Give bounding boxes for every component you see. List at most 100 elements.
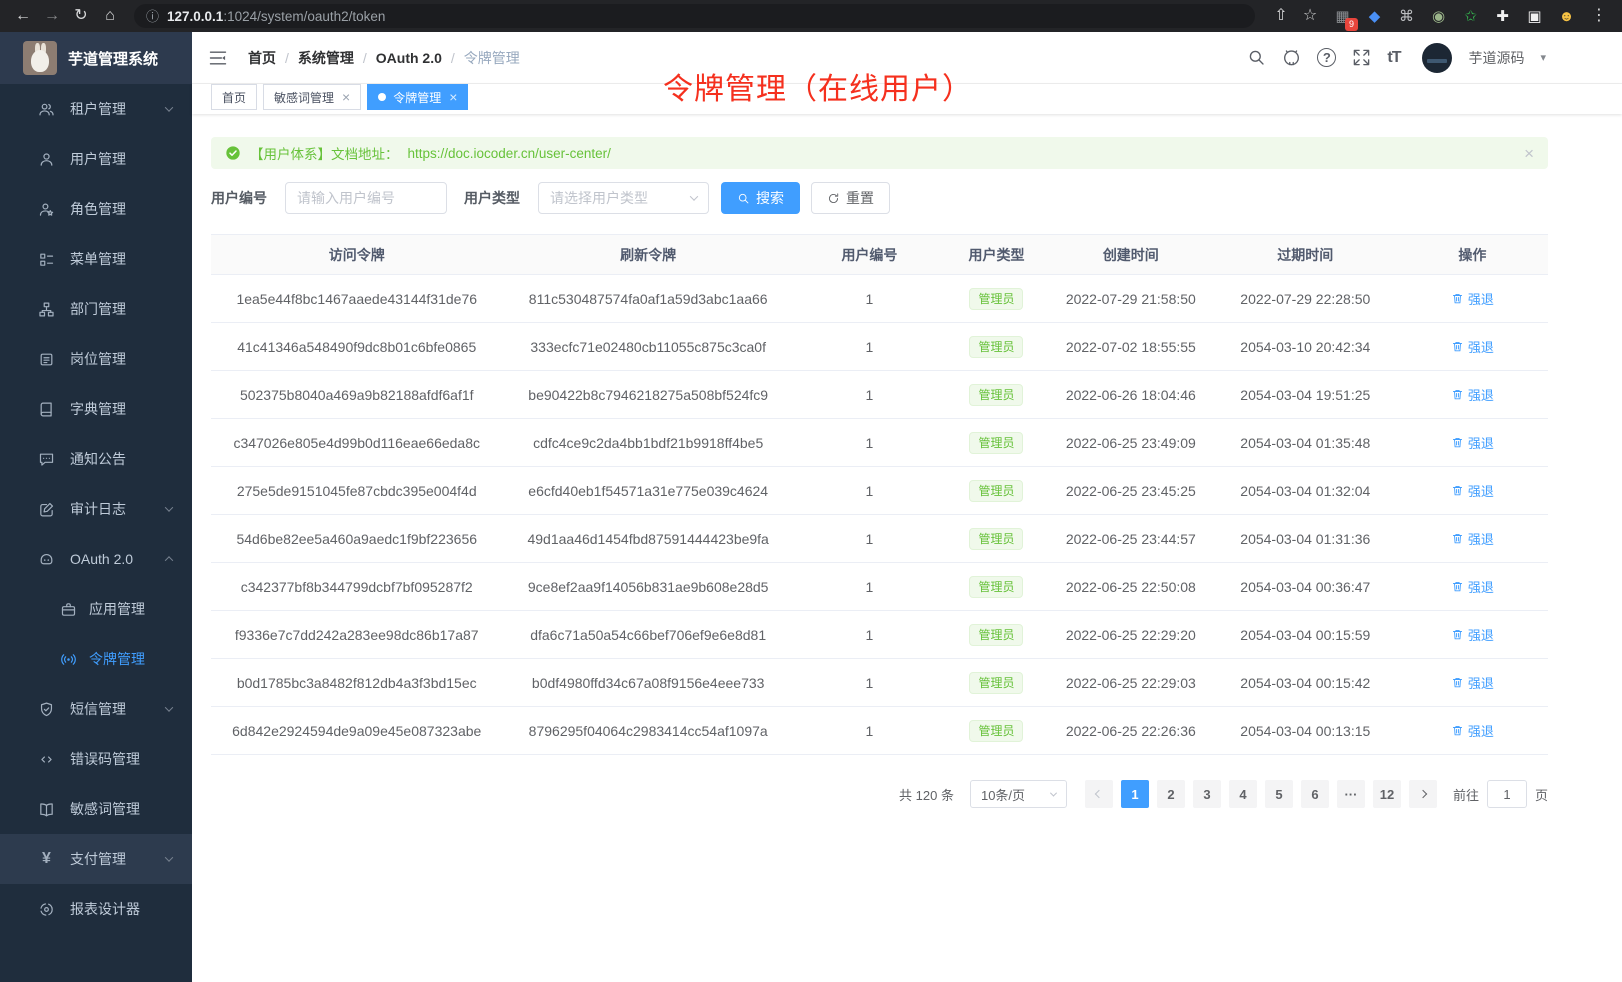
back-icon[interactable]: ← bbox=[12, 8, 34, 24]
reset-button[interactable]: 重置 bbox=[811, 182, 890, 214]
user-type-badge: 管理员 bbox=[969, 432, 1023, 454]
sidebar-item-tenant[interactable]: 租户管理 bbox=[0, 84, 192, 134]
sidebar-item-label: 租户管理 bbox=[70, 99, 126, 119]
info-icon[interactable]: ⓘ bbox=[146, 10, 159, 23]
sidebar-item-error-code[interactable]: 错误码管理 bbox=[0, 734, 192, 784]
search-button[interactable]: 搜索 bbox=[721, 182, 800, 214]
tab-sensitive-word[interactable]: 敏感词管理 × bbox=[263, 84, 361, 110]
ext-puzzle-icon[interactable]: ✚ bbox=[1492, 6, 1513, 27]
page-size-select[interactable]: 10条/页 bbox=[970, 780, 1067, 808]
page-button-more[interactable]: ··· bbox=[1337, 780, 1365, 808]
bookmark-star-icon[interactable]: ☆ bbox=[1299, 8, 1321, 24]
breadcrumb-item[interactable]: 系统管理 bbox=[298, 48, 354, 68]
force-logout-button[interactable]: 强退 bbox=[1451, 385, 1494, 404]
sidebar-item-menu[interactable]: 菜单管理 bbox=[0, 234, 192, 284]
sidebar-collapse-icon[interactable] bbox=[208, 48, 228, 68]
force-logout-button[interactable]: 强退 bbox=[1451, 625, 1494, 644]
user-id-input[interactable] bbox=[285, 182, 447, 214]
home-icon[interactable]: ⌂ bbox=[99, 8, 121, 24]
ext-grid-icon[interactable]: ▦9 bbox=[1332, 6, 1353, 27]
sidebar-item-audit-log[interactable]: 审计日志 bbox=[0, 484, 192, 534]
force-logout-button[interactable]: 强退 bbox=[1451, 433, 1494, 452]
sidebar-item-pay[interactable]: ¥ 支付管理 bbox=[0, 834, 192, 884]
refresh-token-cell: b0df4980ffd34c67a08f9156e4eee733 bbox=[502, 659, 793, 707]
user-type-badge: 管理员 bbox=[969, 720, 1023, 742]
force-logout-button[interactable]: 强退 bbox=[1451, 721, 1494, 740]
table-row: 6d842e2924594de9a09e45e087323abe 8796295… bbox=[211, 707, 1548, 755]
close-icon[interactable]: × bbox=[342, 90, 350, 104]
app-logo-band[interactable]: 芋道管理系统 bbox=[0, 32, 192, 84]
user-type-placeholder: 请选择用户类型 bbox=[550, 188, 648, 208]
close-icon[interactable]: × bbox=[449, 90, 457, 104]
reload-icon[interactable]: ↻ bbox=[70, 8, 92, 24]
text-size-icon[interactable]: tT bbox=[1387, 49, 1400, 67]
avatar[interactable] bbox=[1422, 43, 1452, 73]
dict-icon bbox=[38, 401, 55, 418]
force-logout-button[interactable]: 强退 bbox=[1451, 529, 1494, 548]
tab-oauth2-token[interactable]: 令牌管理 × bbox=[367, 84, 468, 110]
sidebar-item-role[interactable]: 角色管理 bbox=[0, 184, 192, 234]
alert-text: 【用户体系】文档地址： bbox=[250, 143, 399, 163]
table-row: 54d6be82ee5a460a9aedc1f9bf223656 49d1aa4… bbox=[211, 515, 1548, 563]
shield-icon bbox=[38, 701, 55, 718]
sidebar-item-sensitive-word[interactable]: 敏感词管理 bbox=[0, 784, 192, 834]
sidebar-item-post[interactable]: 岗位管理 bbox=[0, 334, 192, 384]
ext-window-icon[interactable]: ▣ bbox=[1524, 6, 1545, 27]
sidebar-item-oauth2-token[interactable]: 令牌管理 bbox=[0, 634, 192, 684]
breadcrumb-item[interactable]: 令牌管理 bbox=[464, 48, 520, 68]
tab-home[interactable]: 首页 bbox=[211, 84, 257, 110]
prev-page-button[interactable] bbox=[1085, 780, 1113, 808]
sidebar-item-dict[interactable]: 字典管理 bbox=[0, 384, 192, 434]
username[interactable]: 芋道源码 bbox=[1468, 48, 1524, 68]
user-type-select[interactable]: 请选择用户类型 bbox=[538, 182, 709, 214]
sidebar-item-oauth2[interactable]: OAuth 2.0 bbox=[0, 534, 192, 584]
address-bar[interactable]: ⓘ 127.0.0.1:1024/system/oauth2/token bbox=[134, 4, 1255, 28]
force-logout-button[interactable]: 强退 bbox=[1451, 577, 1494, 596]
page-button-12[interactable]: 12 bbox=[1373, 780, 1401, 808]
page-button-6[interactable]: 6 bbox=[1301, 780, 1329, 808]
ext-record-icon[interactable]: ◉ bbox=[1428, 6, 1449, 27]
trash-icon bbox=[1451, 724, 1464, 737]
chevron-icon bbox=[165, 703, 173, 711]
audit-icon bbox=[38, 501, 55, 518]
sidebar-item-label: 令牌管理 bbox=[89, 649, 145, 669]
page-button-5[interactable]: 5 bbox=[1265, 780, 1293, 808]
column-header: 过期时间 bbox=[1214, 235, 1397, 275]
page-button-3[interactable]: 3 bbox=[1193, 780, 1221, 808]
sidebar-item-oauth2-app[interactable]: 应用管理 bbox=[0, 584, 192, 634]
force-logout-button[interactable]: 强退 bbox=[1451, 481, 1494, 500]
sidebar-item-report-designer[interactable]: 报表设计器 bbox=[0, 884, 192, 934]
user-type-cell: 管理员 bbox=[945, 467, 1048, 515]
goto-page-input[interactable] bbox=[1487, 780, 1527, 808]
sidebar-item-notice[interactable]: 通知公告 bbox=[0, 434, 192, 484]
browser-menu-icon[interactable]: ⋮ bbox=[1588, 8, 1610, 24]
doc-link[interactable]: https://doc.iocoder.cn/user-center/ bbox=[408, 146, 611, 161]
ext-cmd-icon[interactable]: ⌘ bbox=[1396, 6, 1417, 27]
next-page-button[interactable] bbox=[1409, 780, 1437, 808]
sidebar-item-user[interactable]: 用户管理 bbox=[0, 134, 192, 184]
ext-star-icon[interactable]: ✩ bbox=[1460, 6, 1481, 27]
goto-label: 前往 bbox=[1453, 785, 1479, 804]
share-icon[interactable]: ⇧ bbox=[1270, 8, 1292, 24]
chevron-down-icon bbox=[1050, 789, 1057, 796]
alert-close-icon[interactable]: × bbox=[1524, 145, 1534, 162]
sidebar-item-sms[interactable]: 短信管理 bbox=[0, 684, 192, 734]
caret-down-icon[interactable]: ▾ bbox=[1540, 51, 1546, 64]
ext-gem-icon[interactable]: ◆ bbox=[1364, 6, 1385, 27]
forward-icon[interactable]: → bbox=[41, 8, 63, 24]
github-icon[interactable] bbox=[1282, 48, 1301, 67]
search-icon[interactable] bbox=[1247, 48, 1266, 67]
force-logout-button[interactable]: 强退 bbox=[1451, 289, 1494, 308]
page-button-2[interactable]: 2 bbox=[1157, 780, 1185, 808]
force-logout-button[interactable]: 强退 bbox=[1451, 337, 1494, 356]
help-icon[interactable]: ? bbox=[1317, 48, 1336, 67]
page-button-4[interactable]: 4 bbox=[1229, 780, 1257, 808]
action-cell: 强退 bbox=[1397, 275, 1548, 323]
ext-emoji-icon[interactable]: ☻ bbox=[1556, 6, 1577, 27]
page-button-1[interactable]: 1 bbox=[1121, 780, 1149, 808]
sidebar-item-dept[interactable]: 部门管理 bbox=[0, 284, 192, 334]
breadcrumb-item[interactable]: OAuth 2.0 bbox=[376, 50, 442, 66]
breadcrumb-item[interactable]: 首页 bbox=[248, 48, 276, 68]
fullscreen-icon[interactable] bbox=[1352, 48, 1371, 67]
force-logout-button[interactable]: 强退 bbox=[1451, 673, 1494, 692]
